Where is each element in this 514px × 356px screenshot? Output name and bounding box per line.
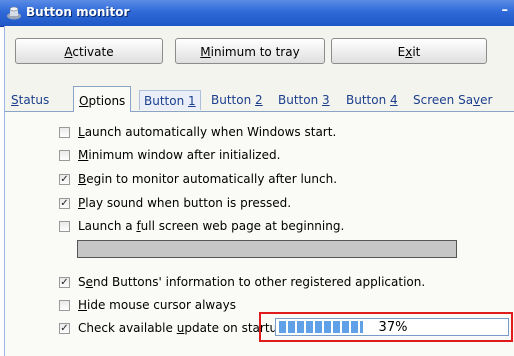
checkbox[interactable] [59,299,70,311]
option-label: Send Buttons' information to other regis… [78,275,426,289]
checkbox[interactable] [59,126,70,138]
tab-strip: Status Options Button 1 Button 2 Button … [5,86,514,112]
option-hide-mouse-cursor[interactable]: Hide mouse cursor always [59,297,236,313]
checkbox[interactable] [59,220,70,232]
checkbox[interactable] [59,197,70,209]
main-window: Activate Minimum to tray Exit Status Opt… [4,26,514,356]
update-progress-bar: 37% [275,318,509,336]
progress-percent: 37% [378,320,408,335]
checkbox[interactable] [59,276,70,288]
app-icon [7,6,21,20]
option-label: Launch automatically when Windows start. [78,125,337,139]
tab-status[interactable]: Status [11,90,49,110]
web-page-url-field[interactable] [77,240,457,258]
tab-button-4[interactable]: Button 4 [346,90,398,110]
option-launch-web-page[interactable]: Launch a full screen web page at beginni… [59,218,344,234]
activate-button[interactable]: Activate [15,38,163,64]
window-title: Button monitor [26,5,130,19]
minimum-to-tray-button[interactable]: Minimum to tray [175,38,325,64]
option-play-sound[interactable]: Play sound when button is pressed. [59,195,291,211]
tab-options[interactable]: Options [73,86,132,112]
option-minimum-window[interactable]: Minimum window after initialized. [59,147,280,163]
minimize-icon[interactable]: – [502,3,509,18]
tab-button-1[interactable]: Button 1 [139,90,201,110]
option-begin-monitor[interactable]: Begin to monitor automatically after lun… [59,171,337,187]
checkbox[interactable] [59,173,70,185]
tab-button-3[interactable]: Button 3 [278,90,330,110]
option-check-update[interactable]: Check available update on startup [59,320,285,336]
option-label: Minimum window after initialized. [78,148,281,162]
tab-screen-saver[interactable]: Screen Saver [413,90,492,110]
option-label: Check available update on startup [78,321,285,335]
tab-button-2[interactable]: Button 2 [211,90,263,110]
option-send-buttons-info[interactable]: Send Buttons' information to other regis… [59,274,425,290]
option-label: Play sound when button is pressed. [78,196,292,210]
option-label: Begin to monitor automatically after lun… [78,172,338,186]
minimum-to-tray-accelerator: M [200,45,211,59]
option-launch-automatically[interactable]: Launch automatically when Windows start. [59,124,336,140]
title-bar: Button monitor – [0,0,514,27]
exit-button[interactable]: Exit [331,38,487,64]
option-label: Hide mouse cursor always [78,298,236,312]
options-panel: Launch automatically when Windows start.… [5,111,514,356]
option-label: Launch a full screen web page at beginni… [78,219,345,233]
checkbox[interactable] [59,322,70,334]
checkbox[interactable] [59,149,70,161]
